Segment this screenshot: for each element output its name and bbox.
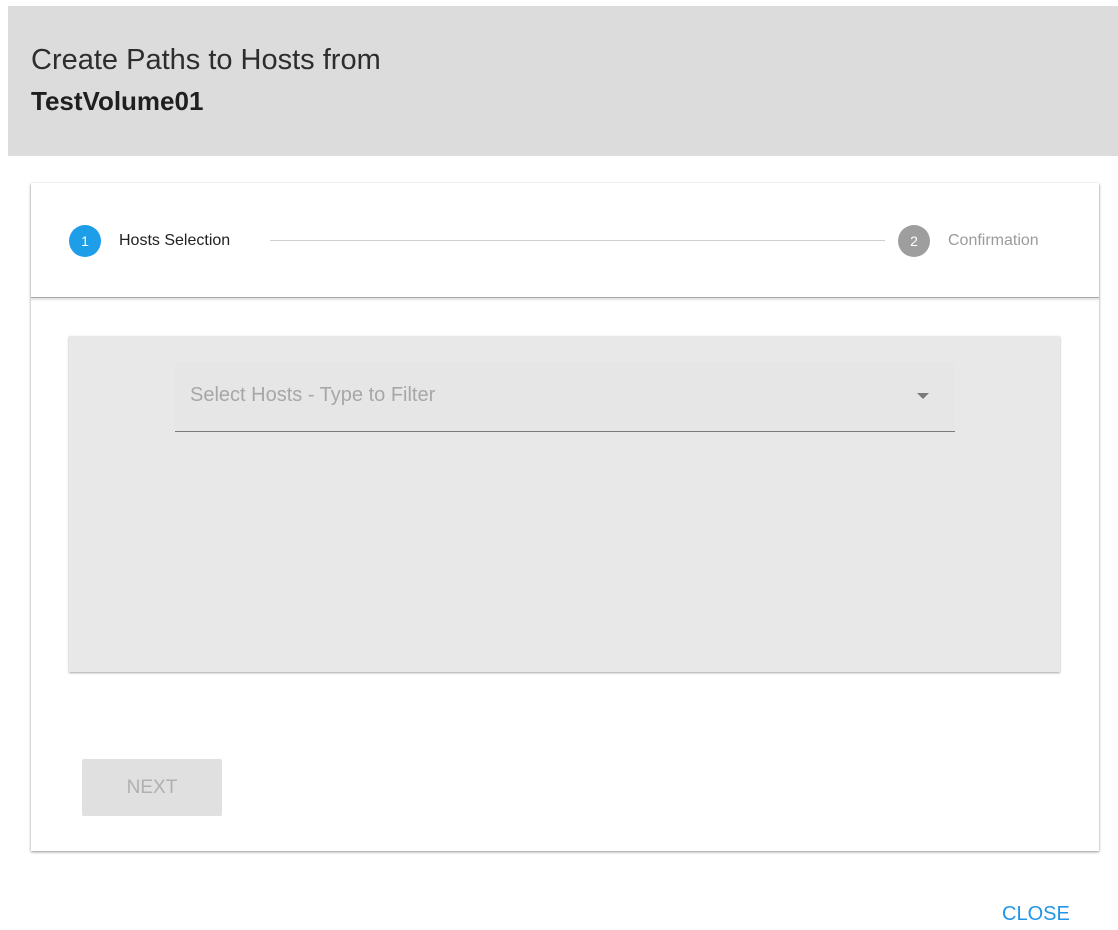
- stepper-header: 1 Hosts Selection 2 Confirmation: [31, 183, 1099, 298]
- step-label: Hosts Selection: [119, 232, 231, 249]
- step-number-badge: 2: [898, 225, 930, 257]
- hosts-select-dropdown[interactable]: Select Hosts - Type to Filter: [175, 362, 955, 432]
- volume-name: TestVolume01: [31, 86, 204, 116]
- dialog-header: Create Paths to Hosts from TestVolume01: [8, 6, 1118, 156]
- hosts-selection-panel: Select Hosts - Type to Filter: [69, 336, 1060, 672]
- close-button[interactable]: CLOSE: [1002, 903, 1070, 926]
- step-connector: [270, 240, 885, 241]
- step-label: Confirmation: [948, 232, 1039, 249]
- stepper-card: 1 Hosts Selection 2 Confirmation Select …: [31, 183, 1099, 851]
- dialog-title: Create Paths to Hosts from: [31, 44, 381, 76]
- next-button[interactable]: NEXT: [82, 759, 222, 816]
- chevron-down-icon[interactable]: [917, 393, 929, 399]
- step-number-badge: 1: [69, 225, 101, 257]
- step-confirmation[interactable]: 2 Confirmation: [898, 223, 1039, 259]
- hosts-select-placeholder: Select Hosts - Type to Filter: [190, 384, 436, 406]
- step-hosts-selection[interactable]: 1 Hosts Selection: [69, 223, 230, 259]
